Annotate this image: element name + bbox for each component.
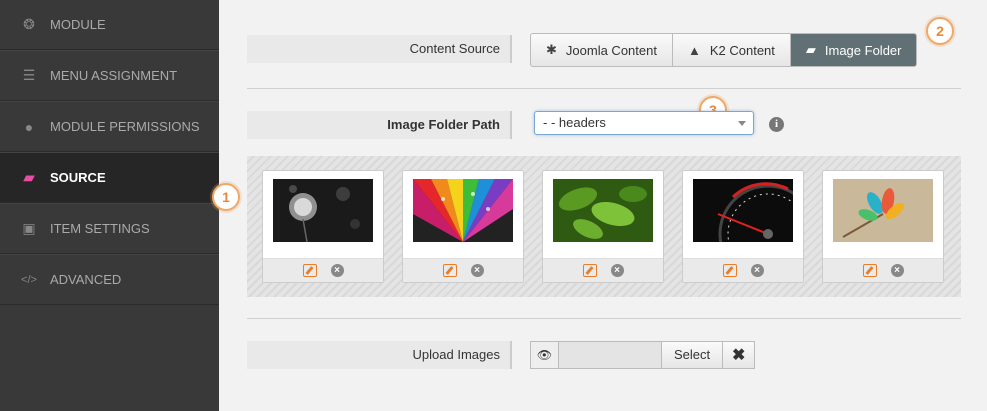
edit-icon[interactable] [722, 264, 737, 277]
joomla-content-label: Joomla Content [565, 42, 657, 58]
image-icon: ▣ [22, 220, 36, 236]
image-card: × [682, 170, 804, 283]
image-folder-path-label: Image Folder Path [247, 111, 512, 139]
folder-open-icon: ▰ [805, 42, 816, 57]
image-card: × [262, 170, 384, 283]
content-source-toggle: ✱ Joomla Content ▲ K2 Content ▰ Image Fo… [530, 33, 918, 67]
edit-icon[interactable] [442, 264, 457, 277]
callout-badge-2: 2 [926, 17, 954, 45]
image-icon: ▲ [687, 42, 701, 58]
info-icon[interactable]: i [769, 117, 784, 132]
image-card-actions: × [823, 258, 943, 282]
upload-file-field[interactable] [558, 341, 661, 369]
user-icon: ● [24, 118, 34, 135]
close-icon[interactable]: × [470, 264, 484, 277]
image-thumbnail-green-leaves[interactable] [553, 179, 653, 242]
sidebar-item-advanced[interactable]: </> ADVANCED [0, 254, 219, 305]
sidebar-item-label: MENU ASSIGNMENT [50, 68, 178, 83]
select-button[interactable]: Select [661, 341, 724, 369]
k2-content-label: K2 Content [709, 42, 775, 58]
sidebar-item-label: ITEM SETTINGS [50, 221, 150, 236]
image-card-actions: × [403, 258, 523, 282]
image-thumbnail-rainbow-petals[interactable] [413, 179, 513, 242]
content-source-label: Content Source [247, 35, 512, 63]
close-icon[interactable]: × [890, 264, 904, 277]
image-thumbnail-dandelion[interactable] [273, 179, 373, 242]
image-card: × [402, 170, 524, 283]
divider [247, 88, 961, 89]
sidebar-item-menu-assignment[interactable]: ☰ MENU ASSIGNMENT [0, 50, 219, 101]
image-card: × [822, 170, 944, 283]
close-icon[interactable]: × [330, 264, 344, 277]
sidebar-item-label: ADVANCED [50, 272, 122, 287]
image-thumbnail-colorful-plant[interactable] [833, 179, 933, 242]
edit-icon[interactable] [302, 264, 317, 277]
joomla-content-button[interactable]: ✱ Joomla Content [531, 34, 673, 66]
upload-images-label: Upload Images [247, 341, 512, 369]
sidebar-item-module-permissions[interactable]: ● MODULE PERMISSIONS [0, 101, 219, 152]
edit-icon[interactable] [862, 264, 877, 277]
sidebar-item-label: SOURCE [50, 170, 106, 185]
image-folder-path-value: - - headers [543, 115, 606, 130]
upload-control: 👁 Select ✖ [530, 341, 756, 369]
module-icon: ❂ [23, 16, 35, 32]
image-card: × [542, 170, 664, 283]
list-icon: ☰ [22, 67, 36, 83]
close-icon[interactable]: × [610, 264, 624, 277]
folder-open-icon: ▰ [23, 169, 35, 185]
sidebar-item-item-settings[interactable]: ▣ ITEM SETTINGS [0, 203, 219, 254]
image-folder-button[interactable]: ▰ Image Folder [790, 34, 917, 66]
joomla-icon: ✱ [546, 42, 557, 57]
image-card-actions: × [543, 258, 663, 282]
image-thumbnail-speedometer[interactable] [693, 179, 793, 242]
image-gallery: × × × × × [247, 156, 961, 297]
sidebar-item-label: MODULE PERMISSIONS [50, 119, 200, 134]
image-folder-path-select[interactable]: - - headers [534, 111, 754, 135]
callout-badge-1: 1 [212, 183, 240, 211]
eye-icon[interactable]: 👁 [530, 341, 558, 369]
code-icon: </> [21, 273, 37, 286]
divider [247, 318, 961, 319]
edit-icon[interactable] [582, 264, 597, 277]
chevron-down-icon [738, 121, 746, 126]
sidebar-item-source[interactable]: ▰ SOURCE [0, 152, 219, 203]
clear-icon[interactable]: ✖ [723, 341, 756, 369]
image-folder-label: Image Folder [824, 42, 902, 58]
close-icon[interactable]: × [750, 264, 764, 277]
image-card-actions: × [263, 258, 383, 282]
k2-content-button[interactable]: ▲ K2 Content [673, 34, 791, 66]
sidebar-item-module[interactable]: ❂ MODULE [0, 0, 219, 50]
sidebar: ❂ MODULE ☰ MENU ASSIGNMENT ● MODULE PERM… [0, 0, 219, 411]
image-card-actions: × [683, 258, 803, 282]
sidebar-item-label: MODULE [50, 17, 106, 32]
